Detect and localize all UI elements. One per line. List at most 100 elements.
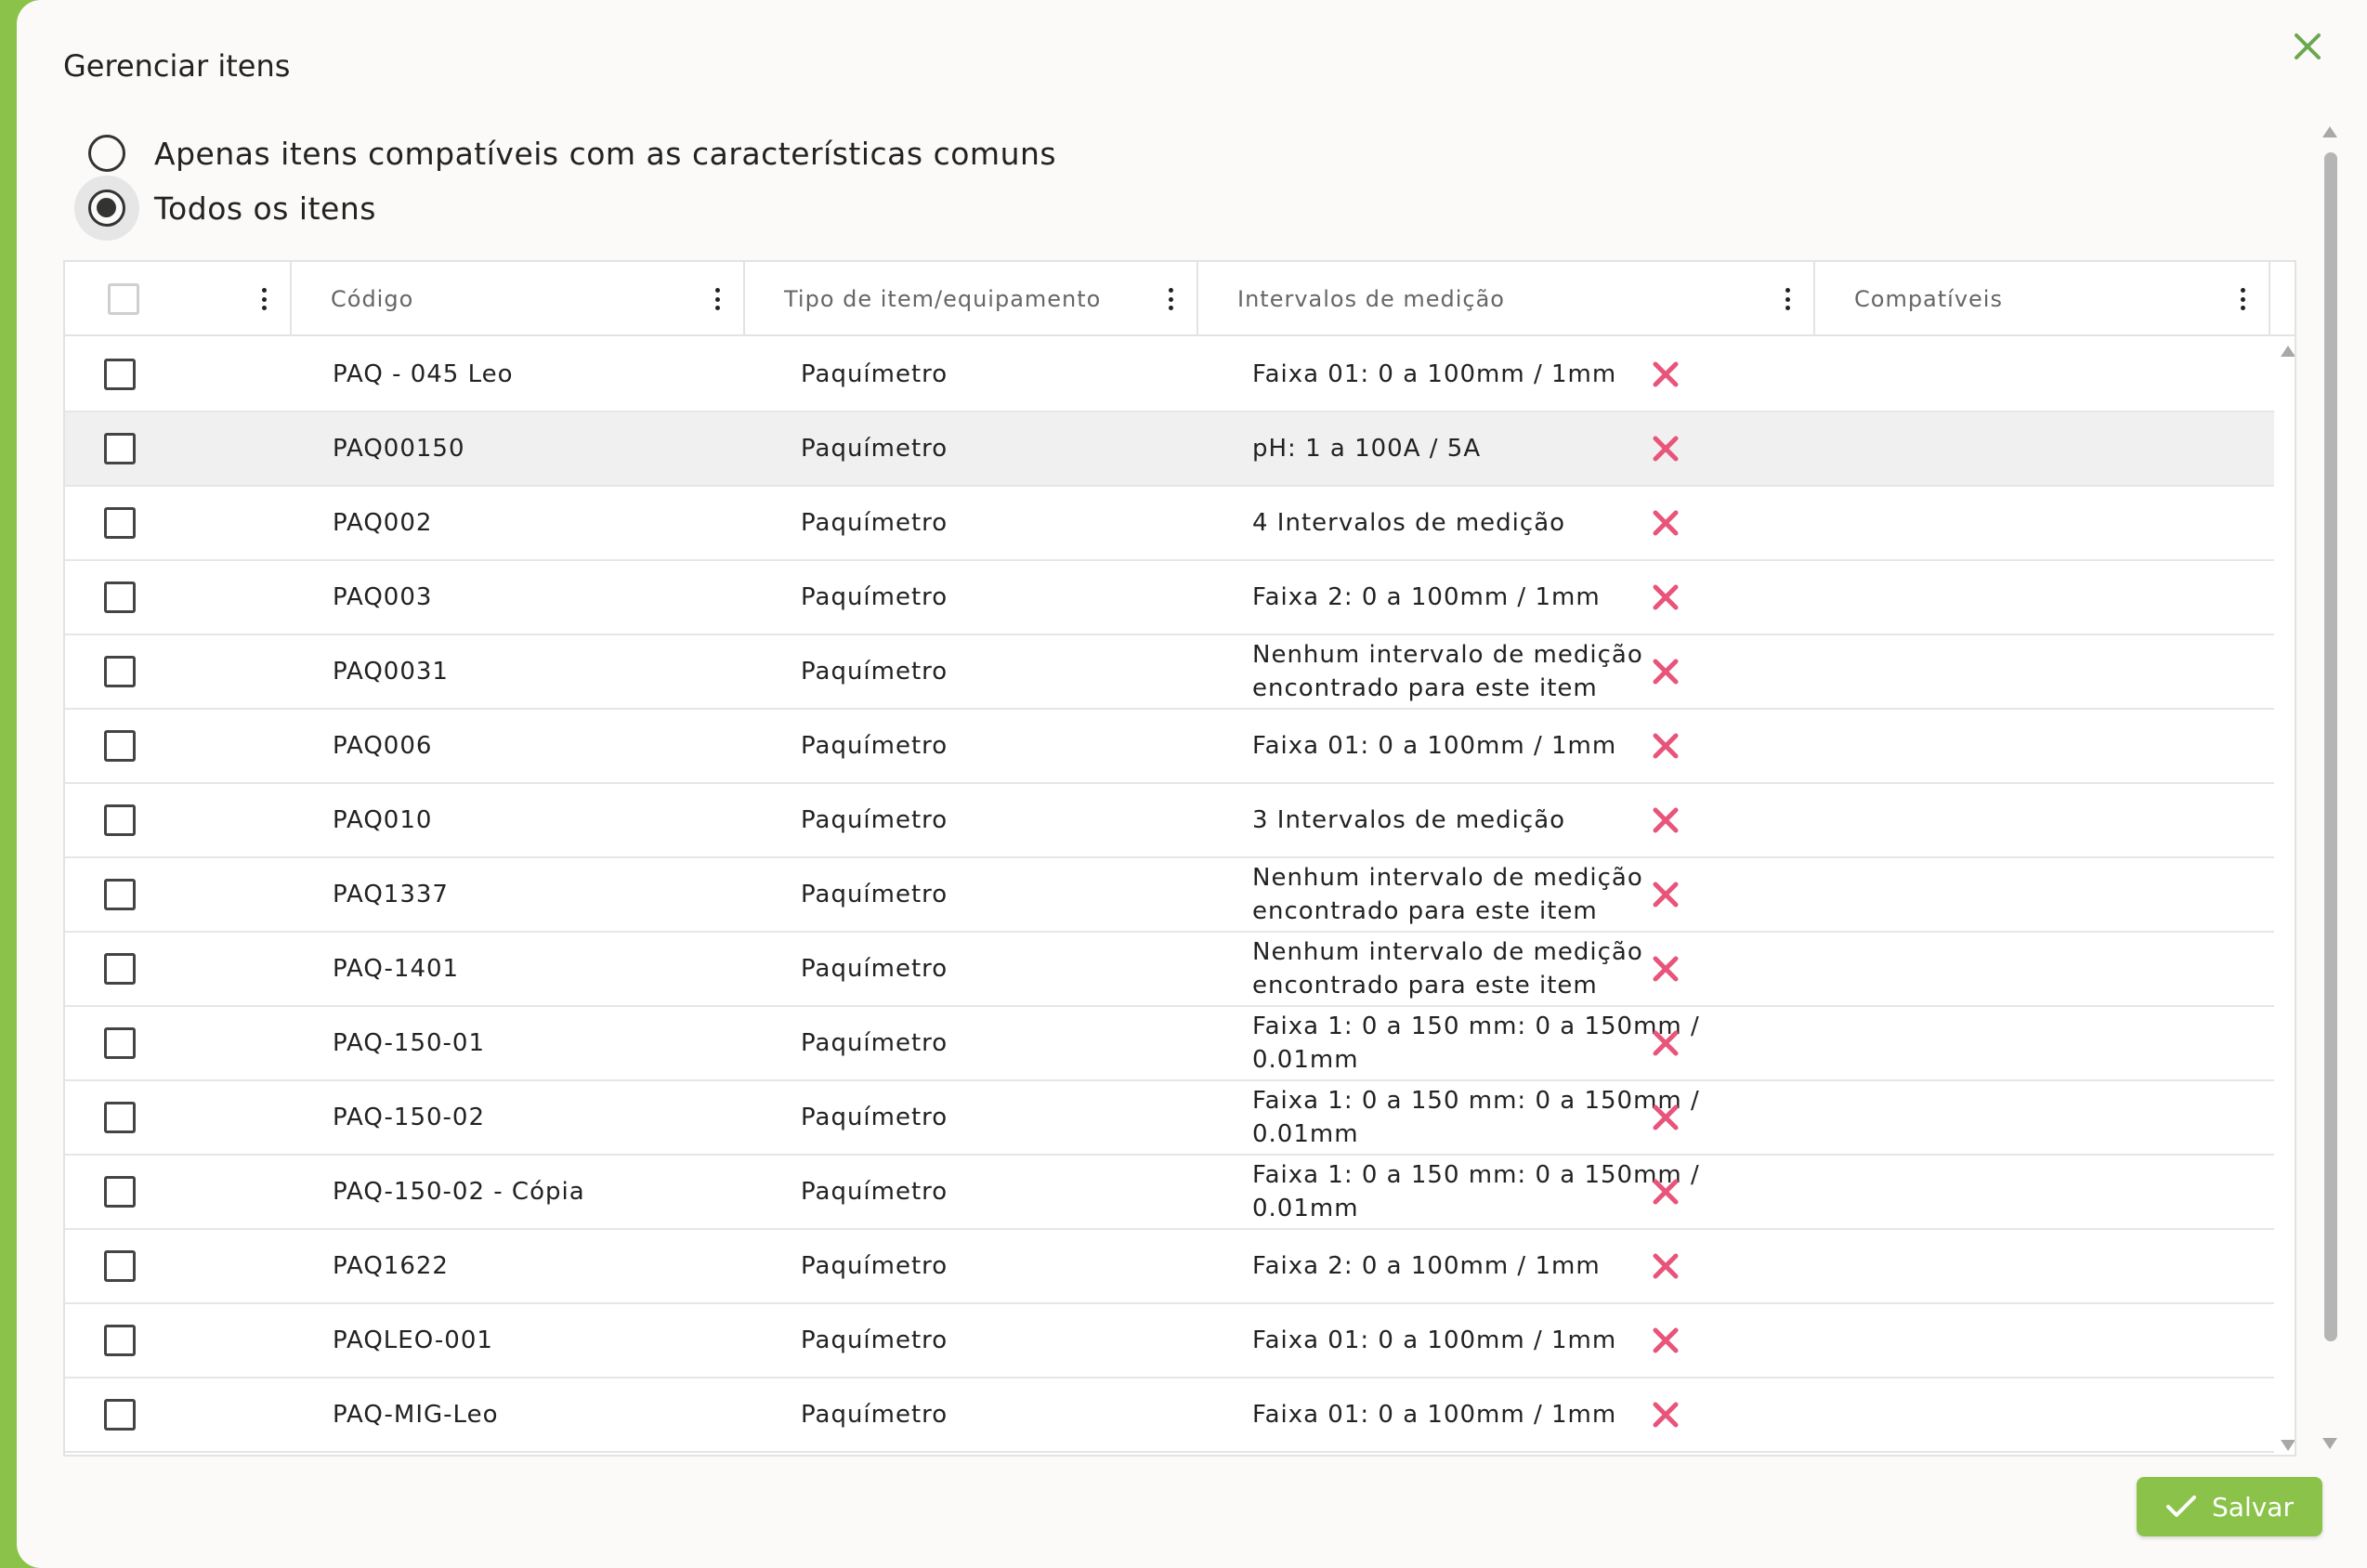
- cell-range: Faixa 2: 0 a 100mm / 1mm: [1252, 1252, 1601, 1280]
- radio-option-all[interactable]: Todos os itens: [74, 176, 376, 241]
- table-row[interactable]: PAQ002 Paquímetro 4 Intervalos de medição: [65, 487, 2274, 561]
- header-code[interactable]: Código: [292, 262, 745, 336]
- row-checkbox-cell: [104, 338, 136, 411]
- header-ranges[interactable]: Intervalos de medição: [1198, 262, 1815, 336]
- kebab-menu-icon[interactable]: [713, 288, 721, 310]
- cell-code: PAQ - 045 Leo: [333, 360, 514, 388]
- table-row[interactable]: PAQ010 Paquímetro 3 Intervalos de medição: [65, 784, 2274, 858]
- cell-type: Paquímetro: [801, 435, 948, 463]
- table-row[interactable]: PAQ00150 Paquímetro pH: 1 a 100A / 5A: [65, 412, 2274, 487]
- close-button[interactable]: [2280, 19, 2335, 74]
- cell-type: Paquímetro: [801, 955, 948, 983]
- row-checkbox[interactable]: [104, 1250, 136, 1282]
- kebab-menu-icon[interactable]: [260, 288, 268, 310]
- x-icon: [1653, 882, 1679, 908]
- row-checkbox[interactable]: [104, 730, 136, 762]
- kebab-menu-icon[interactable]: [1167, 288, 1174, 310]
- save-label: Salvar: [2212, 1491, 2294, 1522]
- cell-compatible: [1652, 487, 1680, 559]
- table-row[interactable]: PAQ - 045 Leo Paquímetro Faixa 01: 0 a 100…: [65, 338, 2274, 412]
- x-icon: [1653, 1179, 1679, 1205]
- cell-range: Faixa 1: 0 a 150 mm: 0 a 150mm / 0.01mm: [1252, 1161, 1700, 1222]
- cell-compatible: [1652, 710, 1680, 782]
- cell-code: PAQ-150-02 - Cópia: [333, 1178, 585, 1206]
- row-checkbox[interactable]: [104, 1027, 136, 1059]
- cell-code: PAQ-MIG-Leo: [333, 1401, 499, 1429]
- row-checkbox-cell: [104, 1007, 136, 1079]
- x-icon: [1653, 733, 1679, 759]
- radio-button[interactable]: [88, 189, 125, 227]
- x-icon: [1653, 659, 1679, 685]
- row-checkbox[interactable]: [104, 953, 136, 985]
- table-row[interactable]: PAQLEO-001 Paquímetro Faixa 01: 0 a 100mm …: [65, 1304, 2274, 1379]
- header-label: Intervalos de medição: [1237, 286, 1505, 312]
- cell-code: PAQ-1401: [333, 955, 460, 983]
- scroll-up-arrow[interactable]: [2322, 126, 2337, 137]
- row-checkbox[interactable]: [104, 1176, 136, 1208]
- table-row[interactable]: PAQ-1401 Paquímetro Nenhum intervalo de me…: [65, 933, 2274, 1007]
- cell-type: Paquímetro: [801, 1252, 948, 1280]
- row-checkbox[interactable]: [104, 1399, 136, 1431]
- table-row[interactable]: PAQ-150-01 Paquímetro Faixa 1: 0 a 150 mm:…: [65, 1007, 2274, 1081]
- row-checkbox-cell: [104, 412, 136, 485]
- row-checkbox-cell: [104, 1230, 136, 1302]
- row-checkbox-cell: [104, 858, 136, 931]
- row-checkbox-cell: [104, 487, 136, 559]
- cell-code: PAQ00150: [333, 435, 465, 463]
- cell-compatible: [1652, 635, 1680, 708]
- table-row[interactable]: PAQ-MIG-Leo Paquímetro Faixa 01: 0 a 100mm…: [65, 1379, 2274, 1453]
- table-row[interactable]: PAQ003 Paquímetro Faixa 2: 0 a 100mm / 1mm: [65, 561, 2274, 635]
- x-icon: [1653, 1253, 1679, 1279]
- cell-compatible: [1652, 858, 1680, 931]
- x-icon: [1653, 361, 1679, 387]
- header-compatible[interactable]: Compatíveis: [1815, 262, 2270, 336]
- header-type[interactable]: Tipo de item/equipamento: [745, 262, 1198, 336]
- cell-compatible: [1652, 561, 1680, 634]
- table-row[interactable]: PAQ-150-02 Paquímetro Faixa 1: 0 a 150 mm:…: [65, 1081, 2274, 1156]
- row-checkbox-cell: [104, 933, 136, 1005]
- cell-compatible: [1652, 933, 1680, 1005]
- cell-compatible: [1652, 338, 1680, 411]
- row-checkbox-cell: [104, 1304, 136, 1377]
- cell-code: PAQ-150-02: [333, 1104, 486, 1131]
- row-checkbox[interactable]: [104, 581, 136, 613]
- row-checkbox[interactable]: [104, 507, 136, 539]
- row-checkbox[interactable]: [104, 1325, 136, 1356]
- scroll-down-arrow[interactable]: [2322, 1438, 2337, 1449]
- items-table: Código Tipo de item/equipamento Interval…: [63, 260, 2296, 1457]
- cell-code: PAQ1622: [333, 1252, 449, 1280]
- kebab-menu-icon[interactable]: [2239, 288, 2246, 310]
- save-button[interactable]: Salvar: [2137, 1477, 2322, 1536]
- table-row[interactable]: PAQ-150-02 - Cópia Paquímetro Faixa 1: 0 a…: [65, 1156, 2274, 1230]
- radio-button[interactable]: [88, 135, 125, 172]
- row-checkbox[interactable]: [104, 359, 136, 390]
- dialog-scrollbar[interactable]: [2319, 121, 2339, 1458]
- row-checkbox[interactable]: [104, 433, 136, 464]
- table-row[interactable]: PAQ0031 Paquímetro Nenhum intervalo de med…: [65, 635, 2274, 710]
- header-label: Compatíveis: [1854, 286, 2003, 312]
- radio-option-compatible[interactable]: Apenas itens compatíveis com as caracter…: [74, 125, 1056, 181]
- cell-range: pH: 1 a 100A / 5A: [1252, 435, 1482, 463]
- header-select-all: [65, 262, 292, 336]
- row-checkbox[interactable]: [104, 1102, 136, 1133]
- cell-code: PAQ0031: [333, 658, 449, 686]
- scroll-up-arrow[interactable]: [2281, 346, 2295, 357]
- table-scrollbar[interactable]: [2280, 338, 2295, 1455]
- x-icon: [1653, 1030, 1679, 1056]
- cell-compatible: [1652, 412, 1680, 485]
- x-icon: [1653, 584, 1679, 610]
- scroll-thumb[interactable]: [2324, 152, 2337, 1341]
- select-all-checkbox[interactable]: [108, 283, 139, 315]
- row-checkbox[interactable]: [104, 656, 136, 687]
- cell-type: Paquímetro: [801, 583, 948, 611]
- row-checkbox[interactable]: [104, 804, 136, 836]
- cell-range: Faixa 2: 0 a 100mm / 1mm: [1252, 583, 1601, 611]
- row-checkbox-cell: [104, 1156, 136, 1228]
- cell-range: Faixa 01: 0 a 100mm / 1mm: [1252, 1326, 1617, 1354]
- table-row[interactable]: PAQ006 Paquímetro Faixa 01: 0 a 100mm / 1m…: [65, 710, 2274, 784]
- table-row[interactable]: PAQ1337 Paquímetro Nenhum intervalo de med…: [65, 858, 2274, 933]
- scroll-down-arrow[interactable]: [2281, 1440, 2295, 1451]
- kebab-menu-icon[interactable]: [1784, 288, 1791, 310]
- table-row[interactable]: PAQ1622 Paquímetro Faixa 2: 0 a 100mm / 1m…: [65, 1230, 2274, 1304]
- row-checkbox[interactable]: [104, 879, 136, 910]
